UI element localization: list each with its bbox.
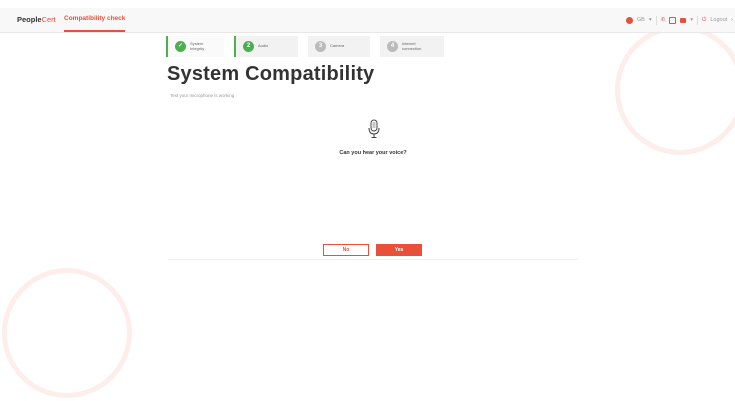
step-label: Audio <box>258 43 269 49</box>
step-label: System Integrity <box>190 41 205 51</box>
logout-icon[interactable]: ⏻ <box>702 17 706 24</box>
divider <box>655 15 657 25</box>
top-right-controls: GB ▾ ✆ ▾ ⏻ Logout › <box>625 14 733 26</box>
tab-compatibility-check[interactable]: Compatibility check <box>64 15 126 32</box>
chevron-down-icon[interactable]: ▾ <box>690 17 693 23</box>
chevron-down-icon[interactable]: ▾ <box>649 17 652 23</box>
email-icon[interactable] <box>669 16 677 24</box>
audio-test-panel: Can you hear your voice? No Yes <box>168 105 578 260</box>
globe-icon[interactable] <box>625 16 633 24</box>
top-navigation-bar: PeopleCert Compatibility check GB ▾ ✆ ▾ … <box>0 8 735 33</box>
step-internet-connection[interactable]: 4 Internet connection <box>380 36 444 57</box>
step-number: 4 <box>387 41 398 52</box>
check-icon: ✓ <box>175 41 186 52</box>
flag-icon[interactable] <box>680 17 687 23</box>
step-number: 2 <box>243 41 254 52</box>
audio-question: Can you hear your voice? <box>339 150 407 156</box>
brand-name: People <box>17 15 42 24</box>
step-label: Camera <box>330 43 345 49</box>
step-number: 3 <box>315 41 326 52</box>
brand-logo[interactable]: PeopleCert <box>17 15 56 24</box>
chevron-right-icon[interactable]: › <box>731 17 733 23</box>
step-system-integrity[interactable]: ✓ System Integrity <box>166 36 224 57</box>
divider <box>696 15 698 25</box>
step-camera[interactable]: 3 Camera <box>308 36 370 57</box>
phone-icon[interactable]: ✆ <box>661 17 666 23</box>
page-subtitle: Test your microphone is working <box>170 93 235 98</box>
watermark-seal <box>2 268 132 398</box>
watermark-seal <box>615 25 735 155</box>
step-audio[interactable]: 2 Audio <box>234 36 298 57</box>
step-label: Internet connection <box>402 41 422 51</box>
logout-link[interactable]: Logout <box>710 17 727 23</box>
microphone-icon <box>368 119 380 138</box>
no-button[interactable]: No <box>323 244 369 256</box>
language-selector[interactable]: GB <box>637 17 645 23</box>
page-title: System Compatibility <box>167 63 375 85</box>
yes-button[interactable]: Yes <box>376 244 422 256</box>
progress-steps: ✓ System Integrity 2 Audio 3 Camera 4 In… <box>166 36 444 57</box>
brand-accent: Cert <box>41 15 56 24</box>
